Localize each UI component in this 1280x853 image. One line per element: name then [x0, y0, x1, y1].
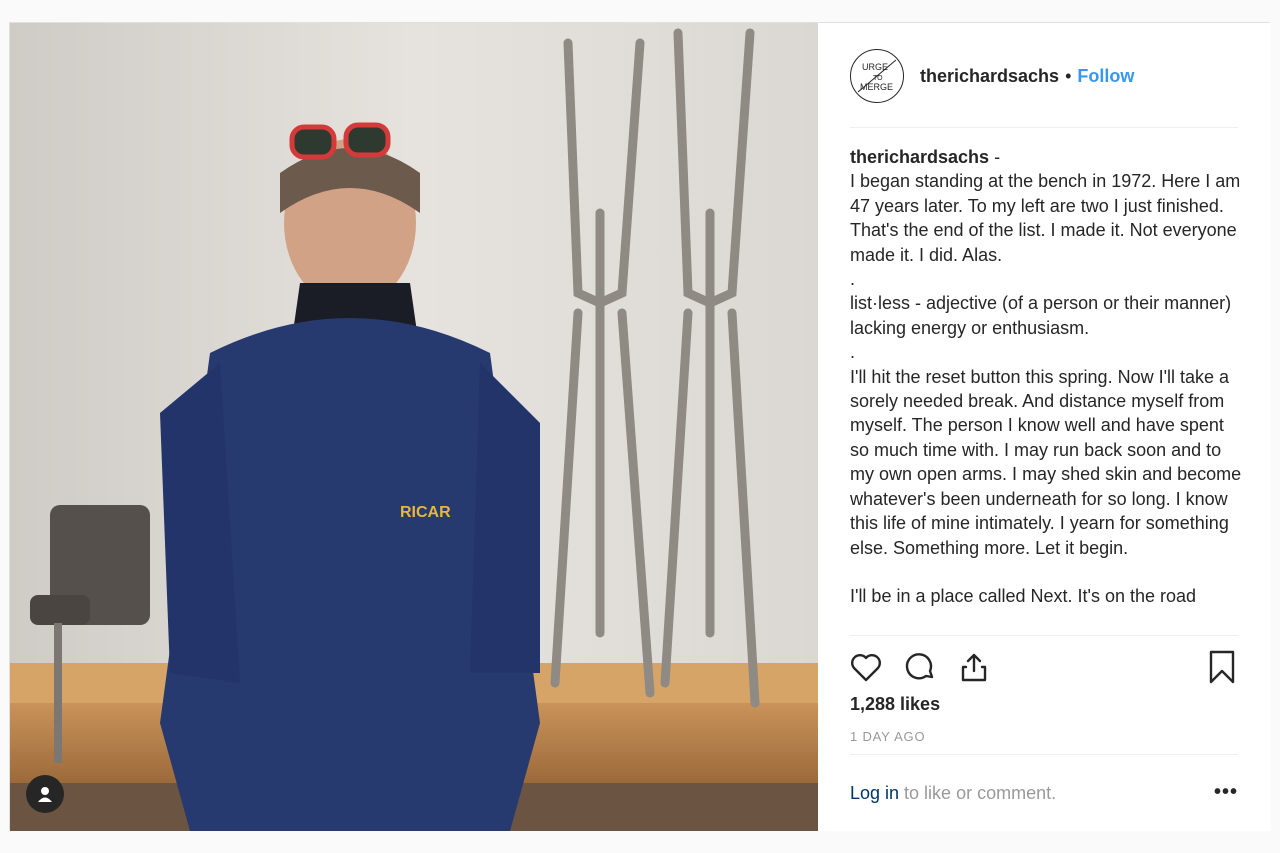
share-button[interactable] [956, 649, 992, 685]
user-icon [38, 787, 52, 802]
header-separator: • [1065, 65, 1072, 86]
login-prompt-text: to like or comment. [899, 783, 1057, 803]
more-options-button[interactable]: ••• [1214, 781, 1238, 804]
post-caption[interactable]: therichardsachs - I began standing at th… [850, 145, 1242, 633]
header-username[interactable]: therichardsachs [920, 66, 1059, 87]
like-button[interactable] [848, 649, 884, 685]
action-bar [848, 647, 1240, 687]
photo-illustration: RICAR [10, 23, 818, 831]
caption-paragraph: . [850, 269, 856, 290]
login-prompt: Log in to like or comment. [850, 783, 1056, 804]
caption-paragraph [850, 560, 1242, 584]
caption-username[interactable]: therichardsachs [850, 147, 989, 167]
shirt-text: RICAR [400, 504, 451, 521]
follow-button[interactable]: Follow [1077, 66, 1134, 87]
post-photo[interactable]: RICAR [10, 23, 818, 831]
comment-button[interactable] [902, 649, 938, 685]
caption-paragraph: I'll be in a place called Next. It's on … [850, 585, 1197, 606]
header-divider [850, 127, 1238, 128]
comment-icon [905, 653, 934, 680]
post-header: URGE TO MERGE therichardsachs • Follow [850, 48, 1238, 104]
caption-paragraph: I'll hit the reset button this spring. N… [850, 366, 1242, 558]
footer-divider [850, 754, 1238, 755]
avatar-logo: URGE TO MERGE [857, 59, 897, 93]
profile-avatar[interactable]: URGE TO MERGE [850, 49, 904, 103]
caption-paragraph: . [850, 342, 856, 363]
caption-dash: - [989, 147, 1001, 167]
post-side-panel: URGE TO MERGE therichardsachs • Follow t… [818, 23, 1271, 831]
heart-icon [851, 654, 881, 682]
svg-text:MERGE: MERGE [860, 82, 893, 92]
caption-paragraph: list·less - adjective (of a person or th… [850, 293, 1237, 338]
instagram-post: RICAR URGE TO MERGE therichardsachs • Fo… [9, 22, 1271, 831]
save-button[interactable] [1204, 649, 1240, 685]
post-timestamp[interactable]: 1 DAY AGO [850, 729, 925, 744]
bookmark-icon [1209, 650, 1235, 684]
tagged-user-badge[interactable] [26, 775, 64, 813]
share-icon [961, 653, 987, 682]
likes-count[interactable]: 1,288 likes [850, 694, 940, 715]
caption-paragraph: I began standing at the bench in 1972. H… [850, 171, 1241, 265]
login-link[interactable]: Log in [850, 783, 899, 803]
caption-divider [850, 635, 1238, 636]
